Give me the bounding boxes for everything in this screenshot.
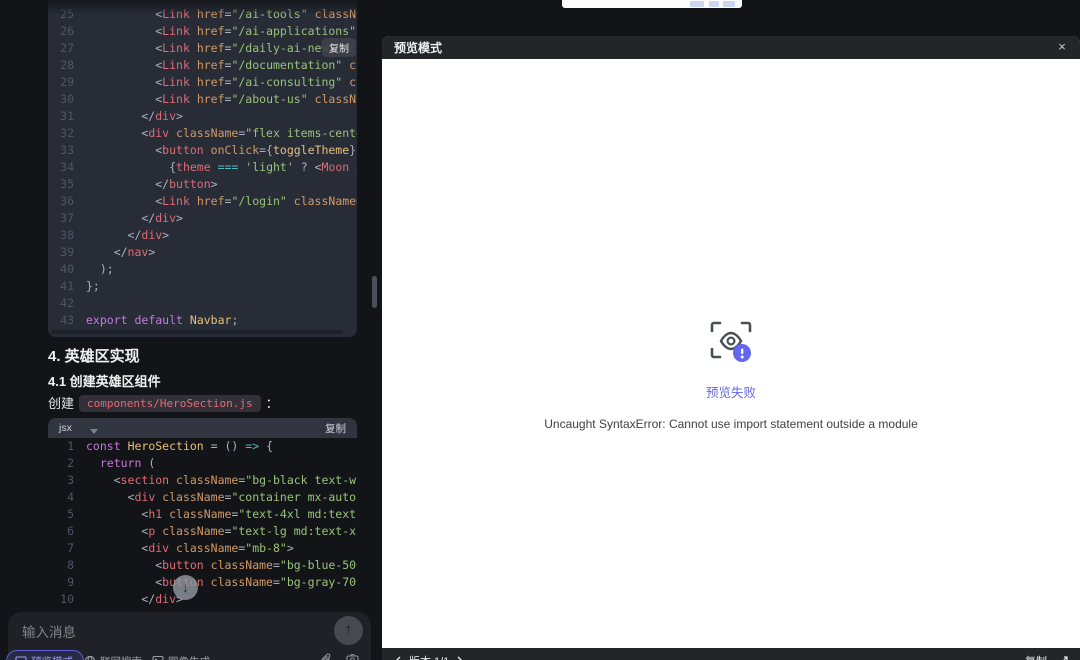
create-file-paragraph: 创建 components/HeroSection.js ： <box>48 393 279 412</box>
code-line: 37 </div> <box>60 211 183 225</box>
attach-file-button[interactable] <box>320 653 333 660</box>
preview-body: 预览失败 Uncaught SyntaxError: Cannot use im… <box>382 59 1080 648</box>
preview-fail-state: 预览失败 Uncaught SyntaxError: Cannot use im… <box>382 319 1080 431</box>
code-line: 41}; <box>60 279 100 293</box>
image-generation-label: 图像生成 <box>168 654 210 660</box>
globe-icon <box>84 655 96 660</box>
horizontal-scrollbar-thumb[interactable] <box>51 330 343 334</box>
message-input-placeholder: 输入消息 <box>22 625 76 640</box>
image-icon <box>152 655 164 660</box>
preview-mode-label: 预览模式 <box>31 654 73 660</box>
create-prefix: 创建 <box>48 396 75 411</box>
code-line: 33 <button onClick={toggleTheme} classNa… <box>60 143 357 157</box>
create-suffix: ： <box>265 396 279 411</box>
code-line: 39 </nav> <box>60 245 156 259</box>
code-line: 42 <box>60 296 74 310</box>
message-input-container[interactable]: 输入消息 ↑ 预览模式 联网搜索 <box>6 612 371 660</box>
close-icon[interactable]: × <box>1054 39 1070 55</box>
code-line: 10 </div> <box>60 592 183 606</box>
code-line: 4 <div className="container mx-auto text… <box>67 490 357 504</box>
web-search-label: 联网搜索 <box>100 654 142 660</box>
preview-footer: 版本 1/1 复制 <box>382 648 1080 660</box>
code-line: 5 <h1 className="text-4xl md:text-6xl fo… <box>67 507 357 521</box>
code-line: 25 <Link href="/ai-tools" className="hov… <box>60 7 357 21</box>
cutoff-dialog-text-fragment <box>723 1 735 7</box>
code-line: 9 <button className="bg-gray-700 text-wh… <box>67 575 357 589</box>
preview-actions: 复制 <box>1025 653 1068 660</box>
preview-fail-link[interactable]: 预览失败 <box>382 382 1080 401</box>
code-line: 3 <section className="bg-black text-whit… <box>67 473 357 487</box>
preview-title: 预览模式 <box>394 41 443 55</box>
monitor-icon <box>15 656 27 660</box>
code-line: 6 <p className="text-lg md:text-xl mb-8"… <box>67 524 357 538</box>
code-language-label: jsx <box>59 422 72 434</box>
code-line: 38 </div> <box>60 228 170 242</box>
inline-code-filename: components/HeroSection.js <box>79 395 261 412</box>
cutoff-dialog-text-fragment <box>690 1 704 7</box>
code-block-navbar: 25 <Link href="/ai-tools" className="hov… <box>48 0 357 337</box>
preview-header: 预览模式 × <box>382 36 1080 59</box>
code-block-header: jsx 复制 <box>48 418 357 438</box>
cutoff-dialog <box>562 0 742 8</box>
copy-preview-button[interactable]: 复制 <box>1025 653 1047 660</box>
preview-error-text: Uncaught SyntaxError: Cannot use import … <box>544 417 918 431</box>
section-heading: 4. 英雄区实现 <box>48 348 140 365</box>
code-line: 36 <Link href="/login" className="bg-blu… <box>60 194 357 208</box>
scroll-to-bottom-button[interactable]: ↓ <box>173 575 198 600</box>
expand-icon[interactable] <box>1057 655 1068 660</box>
web-search-toggle[interactable]: 联网搜索 <box>84 650 152 660</box>
chevron-left-icon[interactable] <box>394 656 402 660</box>
copy-code-button[interactable]: 复制 <box>325 421 346 436</box>
code-line: 31 </div> <box>60 109 183 123</box>
preview-eye-icon <box>710 321 752 362</box>
code-line: 2 return ( <box>67 456 156 470</box>
cutoff-dialog-text-fragment <box>709 1 719 7</box>
code-line: 40 ); <box>60 262 114 276</box>
chevron-right-icon[interactable] <box>456 656 464 660</box>
preview-mode-toggle[interactable]: 预览模式 <box>6 650 84 660</box>
code-line: 7 <div className="mb-8"> <box>67 541 294 555</box>
code-line: 32 <div className="flex items-center spa… <box>60 126 357 140</box>
code-line: 28 <Link href="/documentation" className… <box>60 58 357 72</box>
subsection-heading: 4.1 创建英雄区组件 <box>48 374 161 389</box>
code-line: 1 const HeroSection = () => { <box>67 439 273 453</box>
image-generation-toggle[interactable]: 图像生成 <box>152 650 220 660</box>
code-line: 27 <Link href="/daily-ai-news" className… <box>60 41 357 55</box>
send-button[interactable]: ↑ <box>334 616 363 645</box>
version-label: 版本 1/1 <box>409 653 449 660</box>
screenshot-button[interactable] <box>346 653 359 660</box>
code-line: 8 <button className="bg-blue-500 text-wh… <box>67 558 357 572</box>
version-navigator: 版本 1/1 <box>394 653 464 660</box>
chat-scrollbar-thumb[interactable] <box>372 276 377 308</box>
preview-panel: 预览模式 × 预览失败 Uncaught SyntaxError: Cannot… <box>382 36 1080 660</box>
code-line: 30 <Link href="/about-us" className="hov… <box>60 92 357 106</box>
code-line: 26 <Link href="/ai-applications" classNa… <box>60 24 357 38</box>
code-line: 29 <Link href="/ai-consulting" className… <box>60 75 357 89</box>
code-lines: 1 const HeroSection = () => { 2 return ( 3 … <box>48 429 357 608</box>
code-line: 43 export default Navbar; <box>60 313 239 327</box>
paperclip-icon <box>321 653 331 660</box>
copy-code-button[interactable]: 复制 <box>322 38 356 57</box>
chat-panel: 25 <Link href="/ai-tools" className="hov… <box>0 0 380 660</box>
input-toolbar: 预览模式 联网搜索 图像生成 <box>6 650 371 660</box>
code-block-herosection: jsx 复制 1 const HeroSection = () => { 2 ret… <box>48 418 357 608</box>
code-line: 34 {theme === 'light' ? <Moon /> : <Sun … <box>60 160 357 174</box>
code-lines: 25 <Link href="/ai-tools" className="hov… <box>48 6 357 329</box>
camera-icon <box>346 653 359 660</box>
code-line: 35 </button> <box>60 177 218 191</box>
